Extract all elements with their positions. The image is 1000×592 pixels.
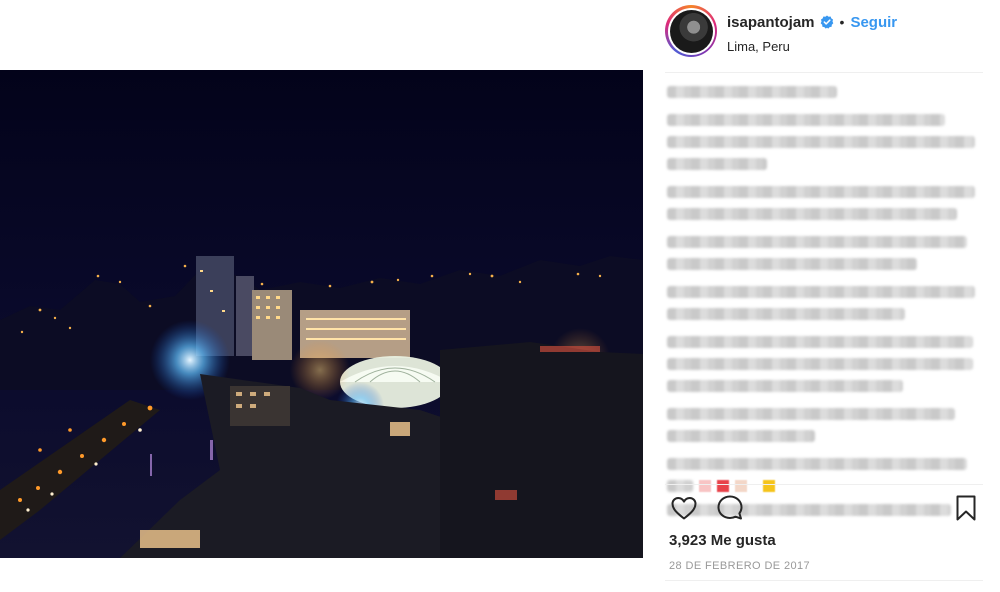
comment-line	[667, 258, 917, 270]
emoji-icon	[735, 480, 747, 492]
comment-line	[667, 286, 975, 298]
comment-line	[667, 358, 973, 370]
emoji-icon	[717, 480, 729, 492]
comment-line	[667, 208, 957, 220]
post-photo[interactable]	[0, 70, 643, 558]
comment-line	[667, 430, 815, 442]
verified-badge-icon	[820, 15, 834, 29]
location-link[interactable]: Lima, Peru	[727, 39, 790, 54]
username-row: isapantojam • Seguir	[727, 13, 897, 31]
bookmark-icon[interactable]	[951, 493, 981, 523]
follow-button[interactable]: Seguir	[850, 14, 897, 31]
emoji-icon	[699, 480, 711, 492]
comments-list[interactable]	[667, 86, 979, 526]
comment-line	[667, 136, 975, 148]
comment-line	[667, 158, 767, 170]
post-date[interactable]: 28 DE FEBRERO DE 2017	[669, 560, 810, 572]
likes-count[interactable]: 3,923 Me gusta	[669, 532, 776, 549]
separator-dot: •	[839, 14, 845, 30]
comment-line	[667, 86, 837, 98]
comment-line	[667, 308, 905, 320]
username-link[interactable]: isapantojam	[727, 14, 815, 31]
heart-icon[interactable]	[669, 493, 699, 523]
emoji-icon	[763, 480, 775, 492]
night-city-image	[0, 70, 643, 558]
comment-line	[667, 458, 967, 470]
actions-divider	[665, 484, 983, 485]
post-header: isapantojam • Seguir Lima, Peru	[665, 5, 985, 57]
avatar-image	[669, 9, 713, 53]
comment-line	[667, 408, 955, 420]
comment-line	[667, 114, 945, 126]
avatar[interactable]	[665, 5, 717, 57]
bottom-divider	[665, 580, 983, 581]
comment-emoji-row	[667, 480, 979, 492]
comment-line	[667, 236, 967, 248]
comment-line	[667, 380, 903, 392]
post-side-panel: isapantojam • Seguir Lima, Peru 3,923 Me…	[643, 0, 1000, 592]
comment-line	[667, 336, 973, 348]
comment-line	[667, 186, 975, 198]
comment-icon[interactable]	[715, 493, 745, 523]
header-divider	[665, 72, 983, 73]
post-actions	[669, 493, 981, 523]
